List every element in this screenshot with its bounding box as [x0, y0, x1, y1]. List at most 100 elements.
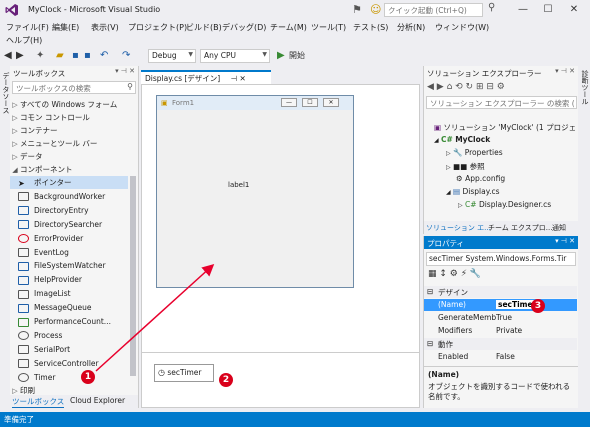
- tree-display-cs[interactable]: ◢ ▤ Display.cs: [446, 187, 500, 196]
- maximize-button[interactable]: ☐: [537, 2, 559, 17]
- property-value[interactable]: Private: [496, 326, 522, 335]
- timer-icon: [18, 373, 29, 383]
- toolbox-scrollbar[interactable]: [130, 176, 136, 376]
- menu-debug[interactable]: デバッグ(D): [222, 22, 266, 33]
- redo-icon[interactable]: ↷: [122, 49, 130, 63]
- tab-cloud-explorer[interactable]: Cloud Explorer: [70, 396, 125, 405]
- toolbox-category[interactable]: ▷ すべての Windows フォーム: [10, 98, 128, 111]
- menu-analyze[interactable]: 分析(N): [397, 22, 425, 33]
- toolbox-item[interactable]: ➤ ポインター: [10, 176, 128, 189]
- toolbox-item[interactable]: PerformanceCount...: [10, 315, 128, 328]
- toolbox-item[interactable]: Timer: [10, 371, 128, 384]
- toolbox-item[interactable]: ServiceController: [10, 357, 128, 370]
- toolbox-item[interactable]: SerialPort: [10, 343, 128, 356]
- menu-edit[interactable]: 編集(E): [52, 22, 79, 33]
- properties-object-select[interactable]: secTimer System.Windows.Forms.Tir: [426, 252, 576, 266]
- menu-view[interactable]: 表示(V): [91, 22, 119, 33]
- tree-display-designer[interactable]: ▷ C# Display.Designer.cs: [458, 200, 551, 209]
- property-row-enabled[interactable]: Enabled False: [424, 351, 577, 363]
- toolbox-item-label: FileSystemWatcher: [34, 261, 106, 271]
- open-folder-icon[interactable]: ▰: [56, 49, 64, 63]
- notification-flag-icon[interactable]: ⚑: [352, 3, 362, 16]
- undo-icon[interactable]: ↶: [100, 49, 108, 63]
- tree-properties[interactable]: ▷ 🔧 Properties: [446, 148, 503, 157]
- search-icon[interactable]: ⚲: [488, 2, 495, 13]
- property-category-design[interactable]: ⊟ デザイン: [424, 286, 577, 298]
- save-icon[interactable]: ▪: [72, 49, 79, 63]
- menu-team[interactable]: チーム(M): [270, 22, 307, 33]
- serialport-icon: [18, 345, 29, 355]
- tree-project-label: MyClock: [455, 135, 491, 144]
- toolbox-category[interactable]: ▷ メニューとツール バー: [10, 137, 128, 150]
- tab-display-design[interactable]: Display.cs [デザイン] ⊣ ✕: [141, 70, 271, 84]
- toolbox-item[interactable]: Process: [10, 329, 128, 342]
- form1-window[interactable]: ▣ Form1 — ☐ ✕: [156, 95, 354, 288]
- feedback-smile-icon[interactable]: ☺: [370, 3, 381, 16]
- panel-pin-close-icon[interactable]: ▾ ⊣ ✕: [555, 67, 575, 75]
- tree-solution[interactable]: ▣ ソリューション 'MyClock' (1 プロジェ: [434, 122, 576, 133]
- toolbox-item[interactable]: HelpProvider: [10, 273, 128, 286]
- minimize-button[interactable]: —: [512, 2, 534, 17]
- toolbox-category[interactable]: ▷ コンテナー: [10, 124, 128, 137]
- tab-toolbox[interactable]: ツールボックス: [12, 396, 65, 408]
- form-file-icon: ▤: [453, 187, 461, 196]
- save-all-icon[interactable]: ▪: [84, 49, 91, 63]
- toolbox-item[interactable]: ErrorProvider: [10, 232, 128, 245]
- menu-build[interactable]: ビルド(B): [186, 22, 222, 33]
- start-button[interactable]: 開始: [289, 49, 305, 63]
- toolbox-item[interactable]: BackgroundWorker: [10, 190, 128, 203]
- forward-icon[interactable]: ▶: [16, 49, 24, 63]
- toolbox-category[interactable]: ▷ コモン コントロール: [10, 111, 128, 124]
- panel-pin-close-icon[interactable]: ▾ ⊣ ✕: [555, 237, 575, 245]
- panel-pin-close-icon[interactable]: ▾ ⊣ ✕: [115, 67, 135, 75]
- menu-window[interactable]: ウィンドウ(W): [435, 22, 489, 33]
- toolbox-item[interactable]: DirectoryEntry: [10, 204, 128, 217]
- solution-platform-select[interactable]: Any CPU ▼: [200, 49, 270, 63]
- start-play-icon[interactable]: ▶: [277, 49, 285, 63]
- property-name: GenerateMemb: [438, 313, 497, 322]
- form-minimize-icon: —: [281, 98, 297, 107]
- close-button[interactable]: ✕: [563, 2, 585, 17]
- close-tab-icon[interactable]: ⊣ ✕: [231, 74, 246, 83]
- menu-tools[interactable]: ツール(T): [311, 22, 346, 33]
- toolbox-item[interactable]: EventLog: [10, 246, 128, 259]
- toolbox-category-label: メニューとツール バー: [20, 139, 98, 148]
- menu-help[interactable]: ヘルプ(H): [6, 35, 42, 46]
- tab-solution-explorer[interactable]: ソリューション エ...: [426, 223, 491, 233]
- sectimer-label: secTimer: [167, 368, 202, 377]
- solution-explorer-toolbar-icons[interactable]: ◀ ▶ ⌂ ⟲ ↻ ⊞ ⊟ ⚙: [427, 82, 505, 92]
- property-category-behavior[interactable]: ⊟ 動作: [424, 338, 577, 350]
- label1-control[interactable]: label1: [228, 181, 249, 189]
- tab-team-explorer[interactable]: チーム エクスプロ...: [488, 223, 552, 233]
- menu-project[interactable]: プロジェクト(P): [128, 22, 187, 33]
- toolbox-item[interactable]: DirectorySearcher: [10, 218, 128, 231]
- new-project-icon[interactable]: ✦: [36, 49, 44, 63]
- tree-references[interactable]: ▷ ■■ 参照: [446, 161, 485, 172]
- diagnostic-tools-side-tab[interactable]: 診断ツール: [580, 70, 590, 105]
- tree-app-config-label: App.config: [465, 174, 506, 183]
- toolbox-item-label: ErrorProvider: [34, 233, 84, 243]
- toolbox-category[interactable]: ▷ データ: [10, 150, 128, 163]
- toolbox-category[interactable]: ◢ コンポーネント: [10, 163, 128, 176]
- property-row-modifiers[interactable]: Modifiers Private: [424, 325, 577, 337]
- menu-file[interactable]: ファイル(F): [6, 22, 49, 33]
- collapse-icon: ▷: [446, 150, 451, 157]
- tab-notifications[interactable]: 通知: [552, 223, 566, 233]
- property-row-name[interactable]: (Name) secTimer: [424, 299, 577, 311]
- property-value[interactable]: False: [496, 352, 515, 361]
- quick-launch-input[interactable]: クイック起動 (Ctrl+Q): [384, 3, 483, 17]
- properties-toolbar-icons[interactable]: ▦ ↕ ⚙ ⚡ 🔧: [428, 269, 481, 279]
- toolbox-item[interactable]: FileSystemWatcher: [10, 259, 128, 272]
- solution-configuration-select[interactable]: Debug ▼: [148, 49, 196, 63]
- menu-test[interactable]: テスト(S): [353, 22, 388, 33]
- back-icon[interactable]: ◀: [4, 49, 12, 63]
- property-row-generatemember[interactable]: GenerateMemb True: [424, 312, 577, 324]
- solution-explorer-search-input[interactable]: ソリューション エクスプローラー の検索 (: [426, 96, 577, 109]
- property-value[interactable]: True: [496, 313, 512, 322]
- toolbox-item[interactable]: ImageList: [10, 287, 128, 300]
- toolbox-item[interactable]: MessageQueue: [10, 301, 128, 314]
- tree-app-config[interactable]: ⚙ App.config: [456, 174, 505, 183]
- sectimer-component[interactable]: ◷ secTimer: [154, 364, 214, 382]
- toolbox-search-input[interactable]: ツールボックスの検索 ⚲: [12, 81, 136, 94]
- tree-project[interactable]: ◢ C# MyClock: [434, 135, 490, 144]
